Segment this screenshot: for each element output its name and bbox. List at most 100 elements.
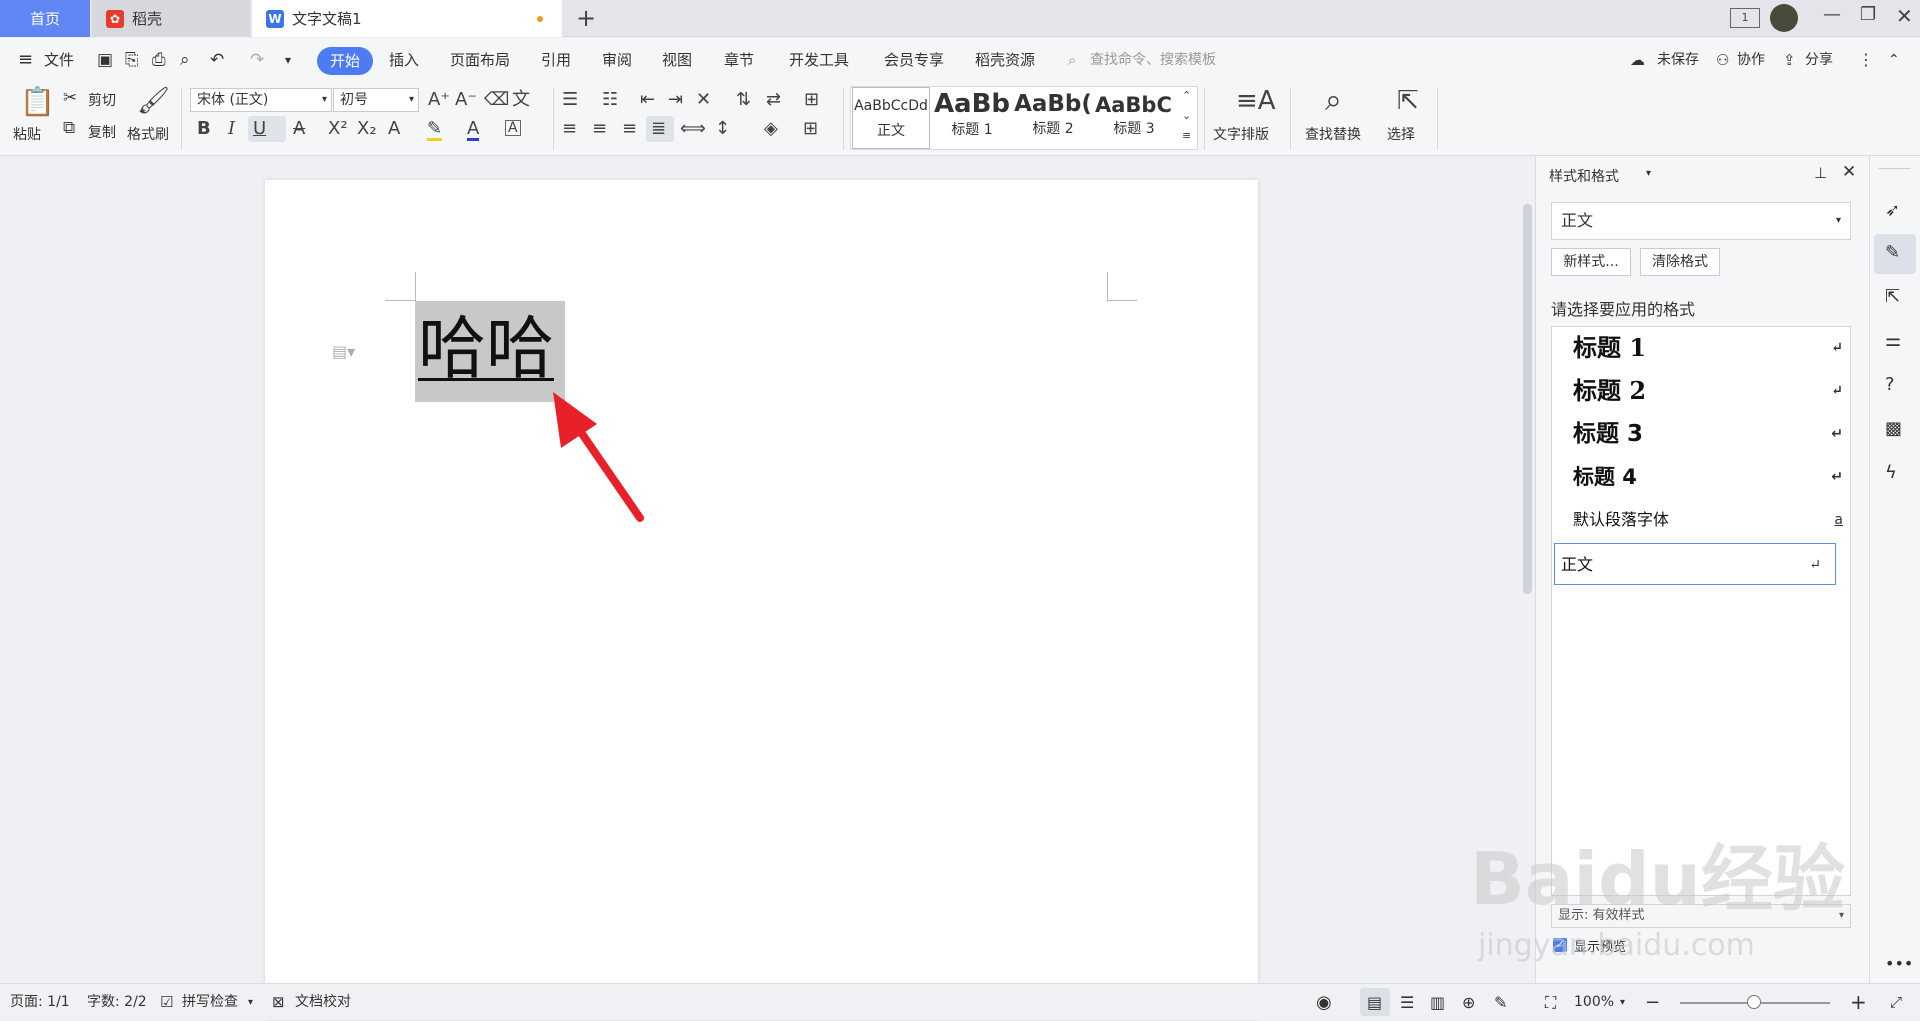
share-button[interactable]: 分享 [1805,38,1833,82]
text-layout-icon[interactable]: ≡A [1236,88,1276,114]
chinese-layout-icon[interactable]: ✕ [696,91,711,109]
styles-expand-icon[interactable]: ≡ [1182,130,1191,141]
spellcheck-dropdown-icon[interactable]: ▾ [248,984,253,1021]
close-window-icon[interactable]: ✕ [1896,4,1913,28]
select-cursor-icon[interactable]: ⇱ [1397,88,1419,114]
write-mode-icon[interactable]: ✎ [1494,984,1507,1021]
select-button[interactable]: 选择 [1387,124,1415,144]
cursor-select-icon[interactable]: ⇱ [1885,286,1900,307]
tab-document[interactable]: W 文字文稿1 [252,0,562,37]
collapse-ribbon-icon[interactable]: ⌃ [1888,38,1900,82]
char-border-icon[interactable]: A [505,120,521,136]
align-center-icon[interactable]: ≡ [592,120,607,138]
tab-view[interactable]: 视图 [662,38,692,82]
zoom-slider-thumb[interactable] [1747,995,1761,1009]
bullet-list-icon[interactable]: ☰ [562,91,578,109]
format-item-heading4[interactable]: 标题 4 ↵ [1567,456,1857,498]
pin-icon[interactable]: ⊥ [1814,164,1827,182]
justify-icon[interactable]: ≣ [651,120,666,138]
find-replace-icon[interactable]: ⌕ [1325,86,1342,116]
styles-scroll-up-icon[interactable]: ⌃ [1182,90,1191,101]
font-size-select[interactable]: 初号 ▾ [333,88,419,112]
outline-view-icon[interactable]: ☰ [1400,984,1414,1021]
format-painter-button[interactable]: 格式刷 [127,124,169,144]
command-search-input[interactable]: 查找命令、搜索模板 [1090,38,1216,82]
export-icon[interactable]: ⎘ [125,38,139,82]
fullscreen-icon[interactable]: ⤢ [1890,984,1902,1021]
web-view-icon[interactable]: ⊕ [1462,984,1475,1021]
phonetic-icon[interactable]: 文 [512,91,530,109]
style-heading2[interactable]: AaBb( 标题 2 [1014,87,1092,149]
tab-developer[interactable]: 开发工具 [789,38,849,82]
sliders-icon[interactable]: ⚌ [1885,330,1901,351]
panel-title-dropdown-icon[interactable]: ▾ [1646,168,1651,179]
format-item-default-font[interactable]: 默认段落字体 a [1567,499,1857,541]
page-view-icon[interactable]: ▤ [1367,984,1382,1021]
reading-view-icon[interactable]: ▥ [1430,984,1445,1021]
format-item-heading3[interactable]: 标题 3 ↵ [1567,413,1857,455]
fit-page-icon[interactable]: ⛶ [1545,984,1556,1021]
help-icon[interactable]: ? [1885,374,1895,395]
panel-title[interactable]: 样式和格式 [1549,166,1619,186]
minimize-icon[interactable]: — [1823,4,1841,25]
style-heading1[interactable]: AaBb 标题 1 [933,87,1011,149]
line-spacing-icon[interactable]: ↕ [715,120,730,138]
image-tool-icon[interactable]: ▩ [1885,418,1902,439]
rocket-icon[interactable]: ➶ [1885,200,1900,221]
italic-icon[interactable]: I [228,120,235,138]
tab-home[interactable]: 首页 [0,0,90,37]
zoom-in-icon[interactable]: + [1850,984,1867,1021]
grow-font-icon[interactable]: A⁺ [428,91,450,109]
numbered-list-icon[interactable]: ☷ [602,91,618,109]
tab-start[interactable]: 开始 [317,47,373,75]
menu-file[interactable]: 文件 [44,38,74,82]
hamburger-icon[interactable]: ≡ [18,38,33,82]
font-name-select[interactable]: 宋体 (正文) ▾ [190,88,332,112]
document-text[interactable]: 哈哈 [418,302,554,398]
more-menu-icon[interactable]: ⋮ [1858,38,1874,82]
strikethrough-icon[interactable]: A [293,120,305,138]
page-count[interactable]: 页面: 1/1 [10,984,70,1021]
font-color-icon[interactable]: A [467,120,480,141]
copy-icon[interactable]: ⧉ [63,120,75,137]
style-heading3[interactable]: AaBbC( 标题 3 [1095,87,1173,149]
unsaved-status[interactable]: 未保存 [1657,38,1699,82]
panel-close-icon[interactable]: ✕ [1842,162,1856,182]
text-layout-button[interactable]: 文字排版 [1213,124,1269,144]
tab-chapter[interactable]: 章节 [724,38,754,82]
style-normal[interactable]: AaBbCcDd 正文 [852,87,930,149]
text-direction-icon[interactable]: ⇄ [766,91,781,109]
ruler-icon[interactable]: ⊞ [804,91,819,109]
window-mode-icon[interactable]: 1 [1730,8,1760,28]
find-replace-button[interactable]: 查找替换 [1305,124,1361,144]
more-dropdown-icon[interactable]: ▾ [285,38,291,82]
tab-page-layout[interactable]: 页面布局 [450,38,510,82]
collab-button[interactable]: 协作 [1737,38,1765,82]
paste-button[interactable]: 粘贴 [13,124,41,144]
format-painter-icon[interactable]: 🖌 [137,88,170,114]
tab-review[interactable]: 审阅 [602,38,632,82]
print-preview-icon[interactable]: ⌕ [180,38,190,82]
eye-protect-icon[interactable]: ◉ [1316,984,1332,1021]
restore-icon[interactable]: ❐ [1860,4,1876,25]
avatar[interactable] [1770,4,1798,32]
paste-icon[interactable]: 📋 [20,88,55,116]
paragraph-handle-icon[interactable]: ▤▾ [332,342,355,361]
underline-icon[interactable]: U [253,120,266,138]
styles-scroll-down-icon[interactable]: ⌄ [1182,110,1191,121]
scissors-icon[interactable]: ✂ [63,90,77,107]
cut-button[interactable]: 剪切 [88,90,116,110]
print-icon[interactable]: ⎙ [152,38,166,82]
align-right-icon[interactable]: ≡ [622,120,637,138]
superscript-icon[interactable]: X² [328,120,348,138]
borders-icon[interactable]: ⊞ [803,120,818,138]
redo-icon[interactable]: ↷ [250,38,264,82]
highlight-icon[interactable]: ✎ [427,120,443,141]
increase-indent-icon[interactable]: ⇥ [668,91,683,109]
new-style-button[interactable]: 新样式... [1551,248,1631,276]
bold-icon[interactable]: B [197,120,211,138]
shrink-font-icon[interactable]: A⁻ [455,91,477,109]
document-page[interactable]: ▤▾ 哈哈 [265,180,1258,1020]
align-left-icon[interactable]: ≡ [562,120,577,138]
undo-icon[interactable]: ↶ [210,38,224,82]
